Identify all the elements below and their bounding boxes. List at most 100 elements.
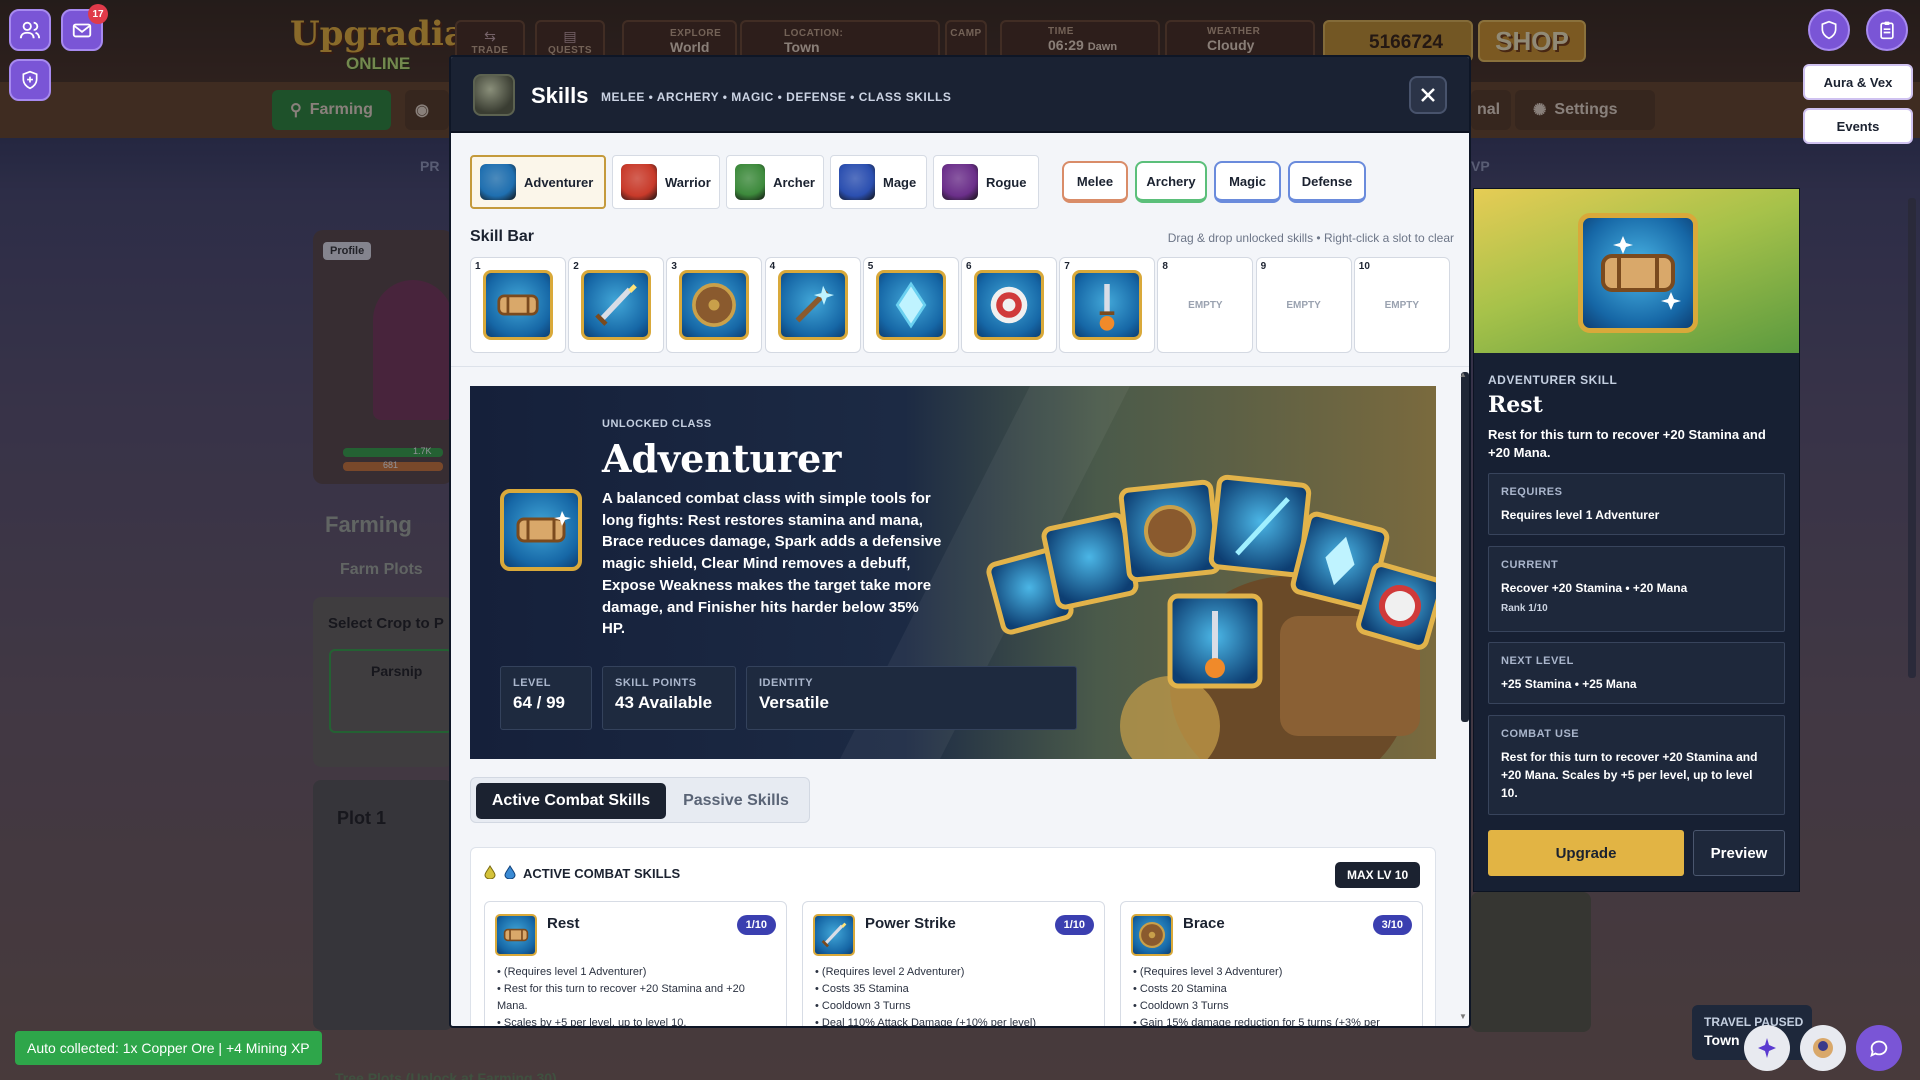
clipboard-icon <box>1880 21 1894 40</box>
detail-skill-name: Rest <box>1488 392 1543 418</box>
skill-slot-3[interactable]: 3 <box>666 257 763 353</box>
max-level-badge: MAX LV 10 <box>1335 862 1421 888</box>
defense-button[interactable] <box>1808 9 1850 51</box>
skill-card-line: • Costs 20 Stamina <box>1133 983 1227 995</box>
class-tab-archer[interactable]: Archer <box>726 155 824 209</box>
shield-icon <box>679 270 750 340</box>
skill-card-line: • Cooldown 3 Turns <box>815 1000 911 1012</box>
page-scrollbar[interactable] <box>1908 198 1916 678</box>
rank-badge: 3/10 <box>1372 915 1412 935</box>
skills-orb-icon <box>473 74 515 116</box>
mage-class-icon <box>839 164 875 200</box>
hero-description-line: damage, and Finisher hits harder below 3… <box>602 598 919 616</box>
skill-card-line: • Scales by +5 per level, up to level 10… <box>497 1017 687 1028</box>
hero-description-line: HP. <box>602 620 626 638</box>
pill-archery[interactable]: Archery <box>1135 161 1207 203</box>
preview-button[interactable]: Preview <box>1693 830 1785 876</box>
skills-modal: Skills MELEE • ARCHERY • MAGIC • DEFENSE… <box>449 55 1471 1028</box>
rank-badge: 1/10 <box>736 915 776 935</box>
mail-button[interactable]: 17 <box>61 4 108 51</box>
requires-box: REQUIRES Requires level 1 Adventurer <box>1488 473 1785 535</box>
dagger-icon <box>1072 270 1143 340</box>
rest-scroll-icon <box>1578 213 1698 333</box>
skill-type-tabs: Active Combat Skills Passive Skills <box>470 777 810 823</box>
skill-card-rest[interactable]: Rest 1/10 • (Requires level 1 Adventurer) •… <box>484 901 787 1028</box>
chat-button[interactable] <box>1856 1025 1902 1071</box>
skill-slot-9[interactable]: 9 EMPTY <box>1255 257 1352 353</box>
skill-slot-10[interactable]: 10 EMPTY <box>1353 257 1450 353</box>
hero-class-name: Adventurer <box>602 436 842 481</box>
modal-subtitle: MELEE • ARCHERY • MAGIC • DEFENSE • CLAS… <box>601 90 952 104</box>
skill-slot-1[interactable]: 1 <box>470 257 566 353</box>
hero-description-line: Expose Weakness makes the target take mo… <box>602 576 932 594</box>
empty-slot-label: EMPTY <box>1286 299 1321 311</box>
skill-slot-5[interactable]: 5 <box>862 257 959 353</box>
mail-icon <box>72 23 92 38</box>
skill-slot-4[interactable]: 4 <box>764 257 861 353</box>
shield-plus-icon <box>22 70 38 90</box>
rank-badge: 1/10 <box>1054 915 1094 935</box>
pill-magic[interactable]: Magic <box>1214 161 1281 203</box>
spark-wand-icon <box>777 270 848 340</box>
chat-icon <box>1870 1040 1888 1058</box>
hero-eyebrow: UNLOCKED CLASS <box>602 418 712 430</box>
hero-description-line: long fights: Rest restores stamina and m… <box>602 511 923 529</box>
skill-card-line: • Rest for this turn to recover +20 Stam… <box>497 983 745 995</box>
auto-collect-toast: Auto collected: 1x Copper Ore | +4 Minin… <box>15 1031 322 1065</box>
sparkle-icon <box>1758 1038 1776 1058</box>
companion-button[interactable] <box>1800 1025 1846 1071</box>
empty-slot-label: EMPTY <box>1384 299 1420 311</box>
stamina-drop-icon <box>484 865 496 879</box>
stat-skill-points: SKILL POINTS 43 Available <box>602 666 736 730</box>
skill-card-line: • (Requires level 1 Adventurer) <box>497 966 647 978</box>
modal-scrollbar[interactable] <box>1461 372 1469 722</box>
mana-drop-icon <box>504 865 516 879</box>
skill-card-power-strike[interactable]: Power Strike 1/10 • (Requires level 2 Adve… <box>802 901 1105 1028</box>
class-tab-warrior[interactable]: Warrior <box>612 155 720 209</box>
class-tab-mage[interactable]: Mage <box>830 155 927 209</box>
tab-passive-skills[interactable]: Passive Skills <box>671 783 801 819</box>
tab-active-combat-skills[interactable]: Active Combat Skills <box>476 783 666 819</box>
crystal-icon <box>875 270 946 340</box>
skill-bar-hint: Drag & drop unlocked skills • Right-clic… <box>1167 231 1454 245</box>
class-tab-rogue[interactable]: Rogue <box>933 155 1039 209</box>
skill-card-line: Mana. <box>497 1000 528 1012</box>
shield-icon <box>1821 20 1837 40</box>
companion-icon <box>1813 1038 1833 1058</box>
scroll-down-icon[interactable]: ▼ <box>1459 1012 1467 1021</box>
skill-slot-7[interactable]: 7 <box>1059 257 1156 353</box>
divider <box>451 366 1469 367</box>
pill-melee[interactable]: Melee <box>1062 161 1128 203</box>
skill-card-line: • (Requires level 3 Adventurer) <box>1133 966 1283 978</box>
skill-slot-6[interactable]: 6 <box>961 257 1057 353</box>
pill-defense[interactable]: Defense <box>1288 161 1366 203</box>
upgrade-button[interactable]: Upgrade <box>1488 830 1684 876</box>
skill-card-line: • (Requires level 2 Adventurer) <box>815 966 965 978</box>
friends-button[interactable] <box>9 9 51 51</box>
hero-description-line: Brace reduces damage, Spark adds a defen… <box>602 533 942 551</box>
adventurer-class-icon <box>480 164 516 200</box>
stat-level: LEVEL 64 / 99 <box>500 666 592 730</box>
sparkle-button[interactable] <box>1744 1025 1790 1071</box>
class-tab-adventurer[interactable]: Adventurer <box>470 155 606 209</box>
skill-slot-8[interactable]: 8 EMPTY <box>1157 257 1254 353</box>
detail-banner <box>1474 189 1799 353</box>
tasks-button[interactable] <box>1866 9 1908 51</box>
events-button[interactable]: Events <box>1803 108 1913 144</box>
skill-card-brace[interactable]: Brace 3/10 • (Requires level 3 Adventurer)… <box>1120 901 1423 1028</box>
skill-slot-2[interactable]: 2 <box>568 257 665 353</box>
guild-button[interactable] <box>9 59 51 101</box>
modal-header: Skills MELEE • ARCHERY • MAGIC • DEFENSE… <box>451 57 1469 133</box>
scroll-icon <box>483 270 553 340</box>
skill-card-line: • Gain 15% damage reduction for 5 turns … <box>1133 1017 1380 1028</box>
scroll-up-icon[interactable]: ▲ <box>1459 370 1467 379</box>
class-scroll-icon <box>500 489 582 571</box>
close-button[interactable] <box>1409 76 1447 114</box>
current-box: CURRENT Recover +20 Stamina • +20 Mana R… <box>1488 546 1785 632</box>
aura-vex-button[interactable]: Aura & Vex <box>1803 64 1913 100</box>
skill-card-line: • Deal 110% Attack Damage (+10% per leve… <box>815 1017 1037 1028</box>
shield-icon <box>1131 914 1173 956</box>
stat-identity: IDENTITY Versatile <box>746 666 1077 730</box>
hero-description-line: A balanced combat class with simple tool… <box>602 490 931 507</box>
hero-description-line: magic shield, Clear Mind removes a debuf… <box>602 555 911 573</box>
